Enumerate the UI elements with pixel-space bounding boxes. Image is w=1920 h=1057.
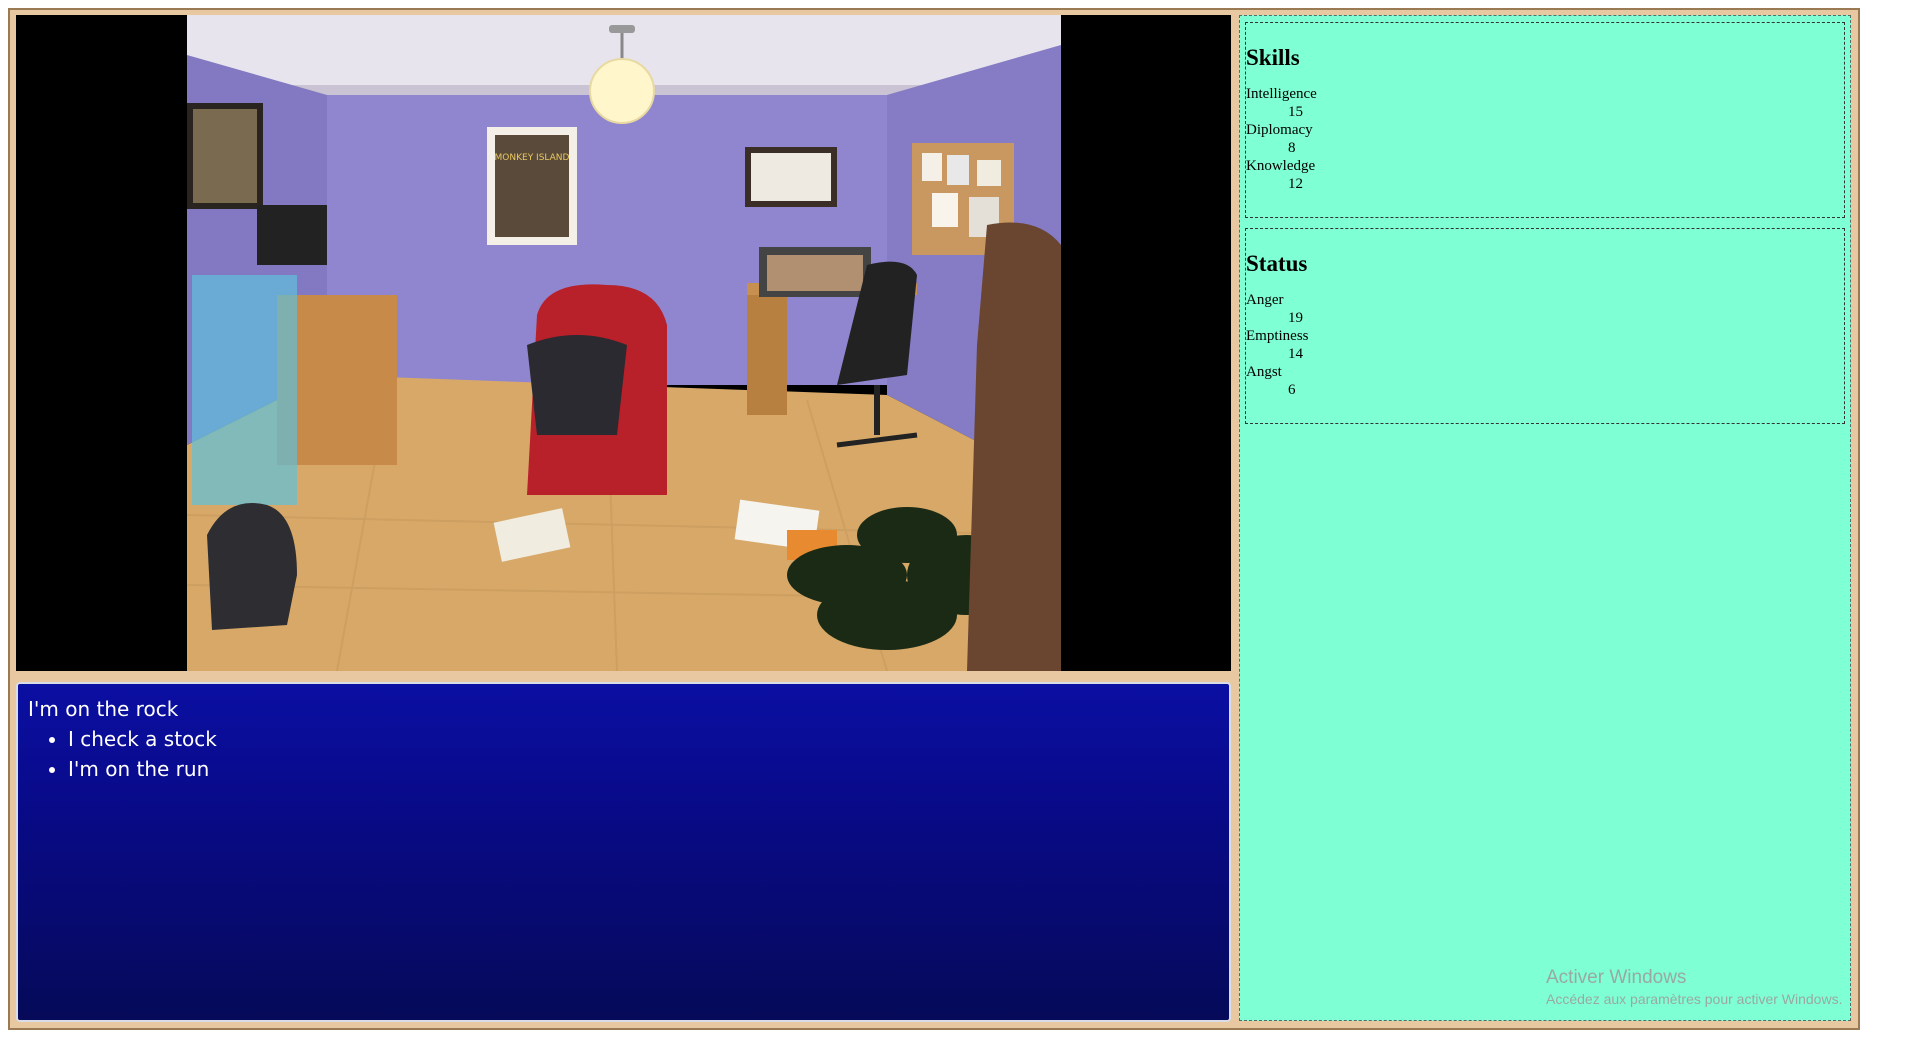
skill-name: Knowledge	[1246, 158, 1316, 174]
status-name: Angst	[1246, 364, 1282, 380]
status-title: Status	[1246, 251, 1308, 276]
stats-sidebar: Skills Intelligence 15 Diplomacy 8 Knowl…	[1239, 15, 1851, 1021]
choice-list: I check a stock I'm on the run	[28, 724, 1219, 784]
dialog-line: I'm on the rock	[28, 697, 179, 721]
status-name: Anger	[1246, 292, 1284, 308]
status-panel: Status Anger 19 Emptiness 14 Angst 6	[1245, 228, 1845, 424]
status-value: 14	[1288, 346, 1303, 362]
windows-activation-watermark: Activer Windows Accédez aux paramètres p…	[1546, 966, 1842, 1008]
choice-option[interactable]: I check a stock	[68, 724, 1219, 754]
status-value: 6	[1288, 382, 1296, 398]
dialog-box: I'm on the rock I check a stock I'm on t…	[16, 682, 1231, 1022]
skill-value: 12	[1288, 176, 1303, 192]
status-value: 19	[1288, 310, 1303, 326]
bedroom-illustration: MONKEY ISLAND	[187, 15, 1061, 671]
skills-panel: Skills Intelligence 15 Diplomacy 8 Knowl…	[1245, 22, 1845, 218]
game-frame: MONKEY ISLAND I'm on the rock • I check …	[8, 8, 1860, 1030]
skill-name: Diplomacy	[1246, 122, 1313, 138]
scene-viewport: MONKEY ISLAND	[16, 15, 1231, 671]
ceiling-lamp	[589, 58, 655, 124]
tv	[257, 205, 327, 265]
comic-frame	[751, 153, 831, 201]
skill-value: 15	[1288, 104, 1303, 120]
choice-option[interactable]: I'm on the run	[68, 754, 1219, 784]
poster-title: MONKEY ISLAND	[495, 153, 570, 163]
backpack	[207, 503, 297, 630]
skill-name: Intelligence	[1246, 86, 1317, 102]
skill-value: 8	[1288, 140, 1296, 156]
hamster-cage	[192, 275, 297, 505]
painting	[193, 109, 257, 203]
watermark-line2: Accédez aux paramètres pour activer Wind…	[1546, 991, 1843, 1007]
skills-title: Skills	[1246, 45, 1300, 70]
scene-image: MONKEY ISLAND	[187, 15, 1061, 671]
watermark-line1: Activer Windows	[1546, 967, 1687, 988]
status-name: Emptiness	[1246, 328, 1309, 344]
